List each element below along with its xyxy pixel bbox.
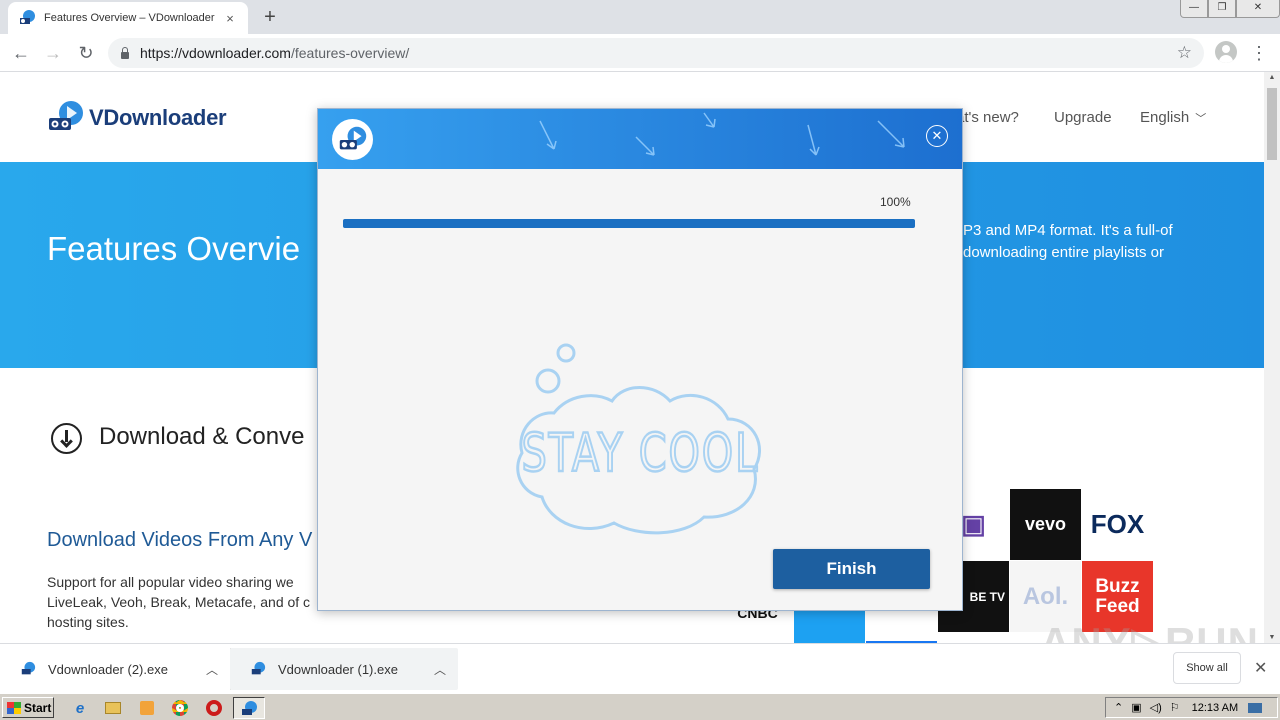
scroll-up-icon[interactable]: ▲: [1264, 74, 1280, 81]
fox-logo: FOX: [1082, 489, 1153, 560]
vdownloader-logo-icon: [49, 101, 83, 130]
dialog-logo-icon: [332, 119, 373, 160]
system-tray: ⌃ ▣ ◁) ⚐ 12:13 AM: [1105, 697, 1278, 718]
chevron-up-icon[interactable]: ︿: [434, 661, 446, 678]
tab-close-icon[interactable]: ×: [222, 11, 238, 26]
volume-icon[interactable]: ◁): [1150, 701, 1162, 714]
finish-button[interactable]: Finish: [773, 549, 930, 589]
nav-upgrade[interactable]: Upgrade: [1054, 109, 1112, 126]
browser-menu-icon[interactable]: ⋮: [1250, 40, 1268, 66]
back-button[interactable]: ←: [8, 40, 34, 66]
vevo-logo: vevo: [1010, 489, 1081, 560]
feature-subtitle: Download Videos From Any V: [47, 529, 313, 551]
close-window-button[interactable]: ✕: [1236, 0, 1280, 18]
tray-expand-icon[interactable]: ⌃: [1114, 701, 1123, 714]
internet-explorer-icon[interactable]: e: [70, 698, 90, 718]
close-shelf-icon[interactable]: ✕: [1254, 658, 1267, 678]
media-player-icon[interactable]: [137, 698, 157, 718]
vdownloader-app-icon: [242, 701, 257, 715]
download-complete-dialog: ✕ 100% STAY COOL Finish: [317, 108, 963, 611]
progress-percent: 100%: [880, 195, 911, 209]
address-bar[interactable]: https://vdownloader.com/features-overvie…: [108, 38, 1204, 68]
download-item[interactable]: Vdownloader (2).exe ︿: [0, 648, 230, 690]
windows-taskbar: Start e ⌃ ▣ ◁) ⚐ 12:13 AM: [0, 693, 1280, 720]
scroll-down-icon[interactable]: ▼: [1264, 634, 1280, 641]
illustration-text: STAY COOL: [521, 423, 759, 484]
bookmark-star-icon[interactable]: ☆: [1177, 43, 1192, 63]
taskbar-vdownloader-app[interactable]: [233, 697, 265, 719]
chevron-up-icon[interactable]: ︿: [206, 661, 218, 678]
hero-description: P3 and MP4 format. It's a full-of downlo…: [963, 222, 1173, 261]
dialog-header: ✕: [318, 109, 962, 169]
chrome-icon[interactable]: [170, 698, 190, 718]
stay-cool-cloud-illustration: STAY COOL: [516, 343, 761, 535]
scrollbar-thumb[interactable]: [1267, 88, 1277, 160]
chevron-down-icon: ﹀: [1195, 113, 1207, 125]
exe-file-icon: [21, 661, 36, 675]
tab-title: Features Overview – VDownloader: [44, 12, 215, 24]
start-button[interactable]: Start: [2, 697, 54, 718]
lock-icon: [120, 47, 130, 59]
feature-description: Support for all popular video sharing we…: [47, 574, 311, 630]
nav-language[interactable]: English ﹀: [1140, 109, 1206, 126]
forward-button[interactable]: →: [40, 40, 66, 66]
url-text: https://vdownloader.com/features-overvie…: [140, 45, 410, 61]
download-filename: Vdownloader (2).exe: [48, 661, 168, 677]
new-tab-button[interactable]: +: [258, 5, 282, 29]
progress-bar-fill: [343, 219, 915, 228]
windows-flag-icon: [7, 701, 21, 714]
site-logo[interactable]: VDownloader: [47, 100, 227, 136]
download-item[interactable]: Vdownloader (1).exe ︿: [230, 648, 458, 690]
restore-button[interactable]: ❐: [1208, 0, 1236, 18]
system-clock[interactable]: 12:13 AM: [1192, 702, 1238, 714]
download-shelf: Vdownloader (2).exe ︿ Vdownloader (1).ex…: [0, 643, 1280, 693]
decorative-arrows-icon: [539, 112, 905, 156]
opera-icon[interactable]: [204, 698, 224, 718]
show-desktop-icon[interactable]: [1248, 702, 1263, 713]
exe-file-icon: [251, 661, 266, 675]
section-title: Download & Conve: [99, 423, 305, 450]
minimize-button[interactable]: —: [1180, 0, 1208, 18]
page-title: Features Overvie: [47, 230, 301, 267]
dialog-close-icon[interactable]: ✕: [926, 125, 948, 147]
window-controls: — ❐ ✕: [1180, 0, 1280, 18]
flag-icon[interactable]: ⚐: [1170, 701, 1180, 714]
folder-icon[interactable]: [103, 698, 123, 718]
download-circle-icon: [51, 423, 82, 454]
browser-tabstrip: Features Overview – VDownloader × + — ❐ …: [0, 0, 1280, 34]
progress-bar: [343, 219, 915, 228]
download-filename: Vdownloader (1).exe: [278, 661, 398, 677]
browser-tab[interactable]: Features Overview – VDownloader ×: [8, 2, 248, 34]
reload-button[interactable]: ↻: [73, 40, 99, 66]
browser-toolbar: ← → ↻ https://vdownloader.com/features-o…: [0, 34, 1280, 72]
show-all-downloads-button[interactable]: Show all: [1173, 652, 1241, 684]
vdownloader-favicon-icon: [20, 10, 35, 24]
network-icon[interactable]: ▣: [1131, 701, 1141, 714]
profile-avatar-icon[interactable]: [1215, 41, 1237, 63]
site-logo-text: VDownloader: [89, 105, 227, 130]
page-scrollbar[interactable]: ▲ ▼: [1264, 72, 1280, 643]
nav-whats-new[interactable]: at's new?: [956, 109, 1019, 126]
